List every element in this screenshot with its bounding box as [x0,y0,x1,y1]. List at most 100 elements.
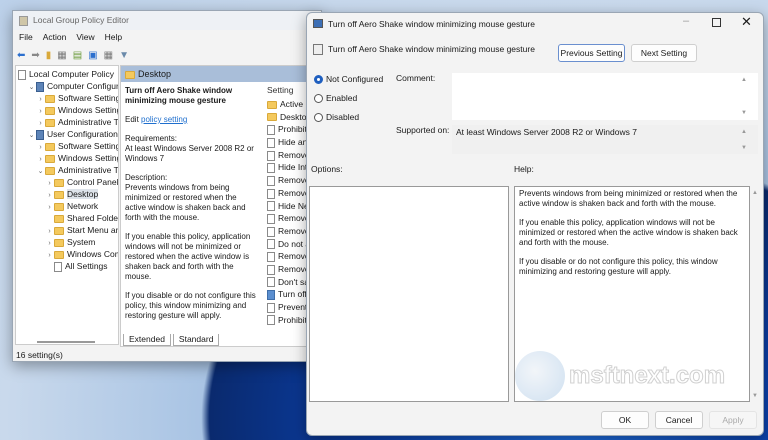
properties-icon[interactable]: ▦ [104,50,113,61]
folder-icon [45,118,55,127]
policy-icon [267,125,275,136]
comment-textarea[interactable] [452,73,758,120]
tree-item[interactable]: › Network [16,200,118,212]
allsettings-icon [54,261,62,272]
tree-item[interactable]: ⌄ Administrative Templates [16,164,118,176]
tree-item[interactable]: › Desktop [16,188,118,200]
radio-button[interactable] [314,94,323,104]
computer-icon [36,81,44,92]
chevron-right-icon[interactable]: › [45,202,54,212]
tree-item-label: System [67,237,96,247]
chevron-right-icon[interactable]: › [45,226,54,236]
folder-icon [54,238,64,247]
menu-bar: File Action View Help [19,32,122,42]
chevron-right-icon[interactable]: › [36,118,45,128]
ok-button[interactable]: OK [601,411,649,429]
minimize-button[interactable]: – [683,15,689,27]
chevron-right-icon[interactable]: › [45,178,54,188]
chevron-right-icon[interactable]: › [45,238,54,248]
tree-item[interactable]: ⌄ Computer Configuration [16,80,118,92]
user-icon [36,129,44,140]
dialog-subtitle: Turn off Aero Shake window minimizing mo… [328,44,535,54]
scroll-up-icon[interactable]: ▲ [739,129,749,135]
chevron-right-icon[interactable]: › [45,250,54,260]
back-arrow-icon[interactable]: ⬅ [17,50,25,61]
folder-icon [45,166,55,175]
tree-item[interactable]: › Software Settings [16,140,118,152]
description-paragraph: Prevents windows from being minimized or… [125,183,246,222]
tab-standard[interactable]: Standard [172,334,220,346]
previous-setting-button[interactable]: Previous Setting [558,44,625,62]
policy-icon [267,315,275,326]
tree-item-label: All Settings [65,261,108,271]
dialog-icon [313,19,323,28]
up-folder-icon[interactable]: ▮ [46,50,52,61]
policy-setting-link[interactable]: policy setting [141,115,187,124]
tree-item[interactable]: › Software Settings [16,92,118,104]
policy-icon [267,137,275,148]
dialog-title: Turn off Aero Shake window minimizing mo… [328,19,535,29]
tree-item[interactable]: All Settings [16,260,118,272]
menu-view[interactable]: View [76,32,94,42]
show-hide-tree-icon[interactable]: ▦ [57,50,66,61]
tree-item[interactable]: › System [16,236,118,248]
maximize-button[interactable] [712,18,721,27]
radio-label: Enabled [326,93,358,103]
help-paragraph: If you enable this policy, application w… [519,218,738,247]
tree-item-label: Administrative Templates [58,117,118,127]
scroll-down-icon[interactable]: ▼ [750,393,760,399]
chevron-down-icon[interactable]: ⌄ [36,166,45,176]
chevron-right-icon[interactable]: › [36,106,45,116]
scroll-down-icon[interactable]: ▼ [739,145,749,151]
radio-not-configured[interactable]: Not Configured [314,74,383,85]
chevron-right-icon[interactable]: › [36,94,45,104]
policy-icon [18,69,26,80]
tree-item[interactable]: Shared Folders [16,212,118,224]
folder-icon [267,113,277,122]
folder-icon [45,106,55,115]
filter-icon[interactable]: ▼ [119,50,129,61]
scroll-down-icon[interactable]: ▼ [739,110,749,116]
menu-help[interactable]: Help [105,32,122,42]
tree-item[interactable]: Local Computer Policy [16,68,118,80]
help-icon[interactable]: ▣ [88,50,97,61]
radio-disabled[interactable]: Disabled [314,112,359,123]
setting-label: Prohibit [278,124,307,135]
chevron-right-icon[interactable]: › [45,190,54,200]
chevron-right-icon[interactable]: › [36,154,45,164]
tree-item[interactable]: › Administrative Templates [16,116,118,128]
tree-item[interactable]: › Control Panel [16,176,118,188]
radio-button[interactable] [314,113,323,123]
scroll-up-icon[interactable]: ▲ [750,190,760,196]
menu-file[interactable]: File [19,32,33,42]
next-setting-button[interactable]: Next Setting [631,44,697,62]
title-bar: Local Group Policy Editor [13,11,321,30]
setting-label: Remove [278,175,310,186]
policy-icon [267,150,275,161]
radio-enabled[interactable]: Enabled [314,93,358,104]
tree-scrollbar[interactable] [37,341,95,343]
description-paragraph: If you enable this policy, application w… [125,232,251,281]
menu-action[interactable]: Action [43,32,67,42]
policy-description: Turn off Aero Shake window minimizing mo… [125,86,259,330]
tree-item[interactable]: ⌄ User Configuration [16,128,118,140]
cancel-button[interactable]: Cancel [655,411,703,429]
chevron-right-icon[interactable]: › [36,142,45,152]
close-button[interactable]: ✕ [741,14,752,30]
policy-icon [267,252,275,262]
chevron-down-icon[interactable]: ⌄ [27,130,36,140]
policy-icon [267,277,275,288]
export-list-icon[interactable]: ▤ [73,50,82,61]
scroll-up-icon[interactable]: ▲ [739,77,749,83]
forward-arrow-icon[interactable]: ➡ [31,50,39,61]
tab-extended[interactable]: Extended [123,334,171,346]
radio-button[interactable] [314,75,323,85]
tree-item[interactable]: › Windows Settings [16,104,118,116]
setting-label: Remove [278,263,310,274]
tree-item[interactable]: › Start Menu and Taskbar [16,224,118,236]
tree-item[interactable]: › Windows Settings [16,152,118,164]
chevron-down-icon[interactable]: ⌄ [27,82,36,92]
comment-label: Comment: [396,73,436,83]
apply-button[interactable]: Apply [709,411,757,429]
tree-item[interactable]: › Windows Components [16,248,118,260]
